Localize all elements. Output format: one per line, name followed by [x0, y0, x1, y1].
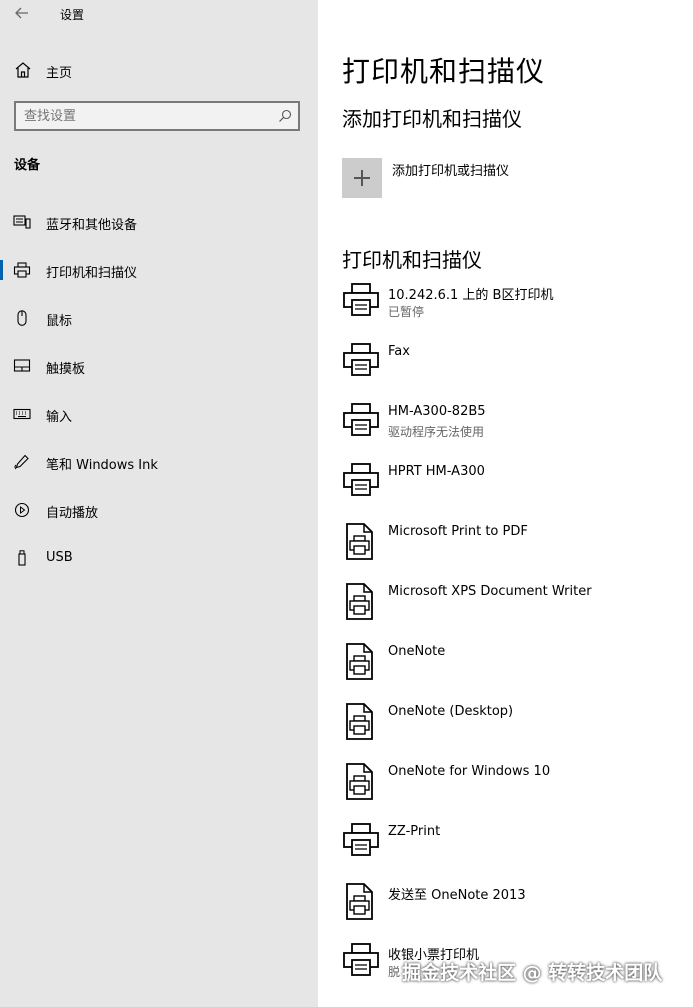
sidebar: 设置 主页 设备 蓝牙和其他设备 打印机和扫描仪	[0, 0, 318, 1007]
device-item[interactable]: OneNote for Windows 10	[342, 761, 672, 815]
back-button[interactable]	[12, 4, 32, 22]
device-name: HM-A300-82B5	[388, 404, 486, 419]
home-icon	[15, 62, 31, 78]
sidebar-item-touchpad[interactable]: 触摸板	[0, 348, 318, 384]
device-item[interactable]: 发送至 OneNote 2013	[342, 881, 672, 935]
device-name: HPRT HM-A300	[388, 464, 485, 479]
sidebar-item-autoplay[interactable]: 自动播放	[0, 492, 318, 528]
search-icon[interactable]	[278, 109, 292, 123]
printer-icon	[13, 262, 31, 278]
document-printer-icon	[346, 883, 373, 920]
title-bar: 设置	[0, 0, 318, 28]
watermark: 掘金技术社区 @ 转转技术团队	[402, 962, 663, 984]
device-item[interactable]: Microsoft XPS Document Writer	[342, 581, 672, 635]
bluetooth-devices-icon	[13, 215, 31, 229]
document-printer-icon	[346, 763, 373, 800]
document-printer-icon	[346, 583, 373, 620]
home-link[interactable]: 主页	[0, 52, 318, 88]
search-input[interactable]	[24, 107, 264, 125]
mouse-icon	[17, 310, 27, 326]
sidebar-item-typing[interactable]: 输入	[0, 396, 318, 432]
page-title: 打印机和扫描仪	[342, 55, 546, 88]
add-section-heading: 添加打印机和扫描仪	[342, 107, 522, 131]
add-printer-label[interactable]: 添加打印机或扫描仪	[392, 160, 509, 179]
device-name: 发送至 OneNote 2013	[388, 888, 526, 903]
device-name: Fax	[388, 344, 410, 359]
device-item[interactable]: HPRT HM-A300	[342, 461, 672, 515]
keyboard-icon	[13, 408, 31, 420]
device-name: Microsoft Print to PDF	[388, 524, 528, 539]
back-arrow-icon	[15, 7, 28, 19]
sidebar-item-pen[interactable]: 笔和 Windows Ink	[0, 444, 318, 480]
sidebar-item-label: 自动播放	[46, 506, 99, 521]
printer-icon	[343, 343, 379, 376]
device-name: OneNote for Windows 10	[388, 764, 551, 779]
device-name: OneNote	[388, 644, 446, 659]
device-item[interactable]: 10.242.6.1 上的 B区打印机 已暂停	[342, 281, 672, 335]
device-status: 脱	[388, 965, 401, 979]
main-content: 打印机和扫描仪 添加打印机和扫描仪 添加打印机或扫描仪 打印机和扫描仪 10.2…	[318, 0, 693, 1007]
sidebar-item-bluetooth[interactable]: 蓝牙和其他设备	[0, 204, 318, 240]
sidebar-item-label: 打印机和扫描仪	[46, 266, 138, 281]
section-title: 设备	[14, 158, 41, 173]
sidebar-item-usb[interactable]: USB	[0, 540, 318, 576]
device-item[interactable]: HM-A300-82B5 驱动程序无法使用	[342, 401, 672, 455]
device-status: 已暂停	[388, 305, 425, 319]
device-item[interactable]: OneNote	[342, 641, 672, 695]
device-name: Microsoft XPS Document Writer	[388, 584, 592, 599]
device-item[interactable]: OneNote (Desktop)	[342, 701, 672, 755]
document-printer-icon	[346, 703, 373, 740]
touchpad-icon	[13, 359, 31, 372]
printer-icon	[343, 403, 379, 436]
device-item[interactable]: Microsoft Print to PDF	[342, 521, 672, 575]
document-printer-icon	[346, 523, 373, 560]
active-indicator	[0, 260, 3, 280]
autoplay-icon	[14, 502, 30, 518]
sidebar-item-label: 触摸板	[46, 362, 86, 377]
sidebar-item-label: 蓝牙和其他设备	[46, 218, 138, 233]
sidebar-item-label: 笔和 Windows Ink	[46, 458, 158, 473]
printer-icon	[343, 283, 379, 316]
usb-icon	[18, 550, 26, 566]
device-name: ZZ-Print	[388, 824, 441, 839]
printer-icon	[343, 823, 379, 856]
home-label: 主页	[46, 66, 73, 81]
sidebar-item-label: 输入	[46, 410, 73, 425]
printers-list-heading: 打印机和扫描仪	[342, 248, 482, 272]
sidebar-item-mouse[interactable]: 鼠标	[0, 300, 318, 336]
device-item[interactable]: Fax	[342, 341, 672, 395]
printer-icon	[343, 463, 379, 496]
device-status: 驱动程序无法使用	[388, 425, 485, 439]
search-box[interactable]	[14, 101, 300, 131]
sidebar-item-label: 鼠标	[46, 314, 73, 329]
device-name: OneNote (Desktop)	[388, 704, 514, 719]
app-title: 设置	[60, 8, 85, 22]
device-name: 10.242.6.1 上的 B区打印机	[388, 288, 554, 303]
sidebar-item-printers[interactable]: 打印机和扫描仪	[0, 252, 318, 288]
pen-icon	[14, 454, 29, 470]
document-printer-icon	[346, 643, 373, 680]
add-printer-button[interactable]	[342, 158, 382, 198]
sidebar-item-label: USB	[46, 550, 73, 565]
printer-icon	[343, 943, 379, 976]
device-item[interactable]: ZZ-Print	[342, 821, 672, 875]
